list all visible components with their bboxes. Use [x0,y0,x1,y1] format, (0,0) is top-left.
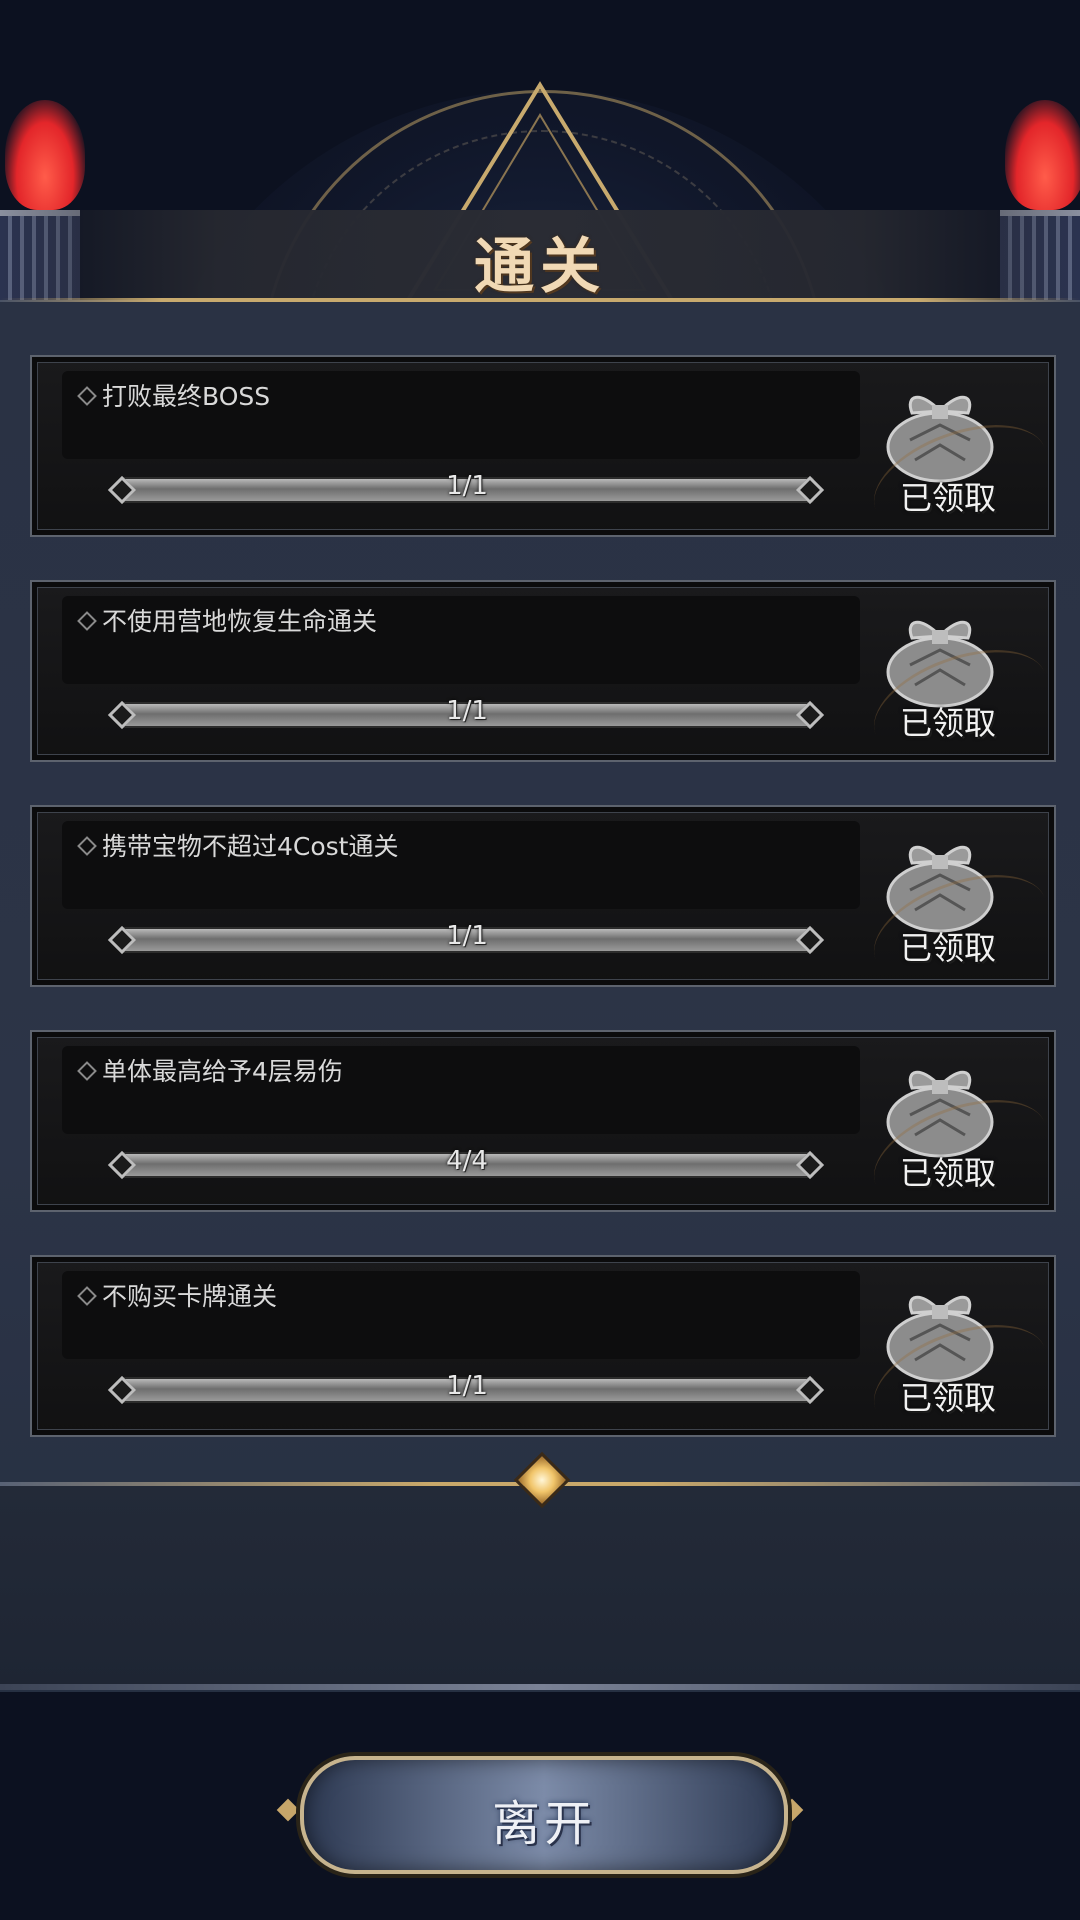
task-list: 打败最终BOSS 1/1 已领取 不使用营地恢复生命通关 1/1 已领取 携带宝… [30,355,1061,1480]
page-title: 通关 [474,232,606,302]
progress-text: 1/1 [446,1371,488,1401]
task-card: 携带宝物不超过4Cost通关 1/1 已领取 [30,805,1061,1003]
task-label: 携带宝物不超过4Cost通关 [102,832,399,861]
progress-text: 1/1 [446,921,488,951]
task-label: 不使用营地恢复生命通关 [102,607,378,636]
progress-text: 4/4 [446,1146,488,1176]
task-card: 单体最高给予4层易伤 4/4 已领取 [30,1030,1061,1228]
task-label: 打败最终BOSS [102,382,271,411]
leave-button-label: 离开 [491,1796,596,1852]
task-label: 不购买卡牌通关 [102,1282,278,1311]
lower-panel [0,1486,1080,1686]
task-card: 打败最终BOSS 1/1 已领取 [30,355,1061,553]
frame-line-bottom [0,1684,1080,1690]
button-tip-left [276,1798,300,1822]
task-card: 不使用营地恢复生命通关 1/1 已领取 [30,580,1061,778]
task-card: 不购买卡牌通关 1/1 已领取 [30,1255,1061,1453]
leave-button[interactable]: 离开 [300,1756,788,1874]
task-label: 单体最高给予4层易伤 [102,1057,343,1086]
progress-text: 1/1 [446,696,488,726]
frame-line-top [0,298,1080,302]
progress-text: 1/1 [446,471,488,501]
